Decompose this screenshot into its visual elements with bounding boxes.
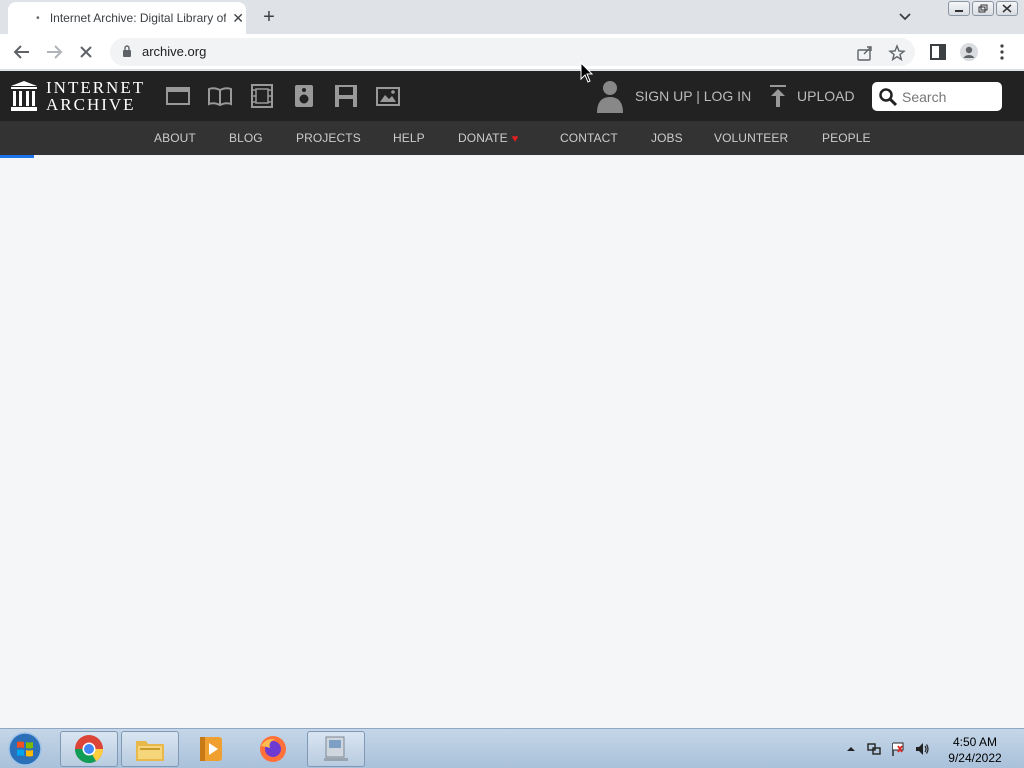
- logo-line-2: ARCHIVE: [46, 95, 136, 114]
- page-content: [0, 155, 1024, 728]
- minimize-icon: [955, 9, 963, 12]
- chrome-icon: [75, 735, 103, 763]
- tab-title: Internet Archive: Digital Library of Fre…: [49, 11, 227, 25]
- start-button[interactable]: [4, 730, 46, 768]
- clock-date: 9/24/2022: [948, 751, 1002, 765]
- taskbar-chrome[interactable]: [60, 731, 118, 767]
- browser-toolbar: archive.org: [0, 34, 1024, 70]
- close-icon: [1002, 4, 1012, 13]
- window-controls: [948, 1, 1018, 16]
- audio-icon[interactable]: [291, 84, 317, 108]
- ia-header: INTERNET ARCHIVE SIGN UP | LOG IN UPLOAD: [0, 71, 1024, 121]
- signup-login-link[interactable]: SIGN UP | LOG IN: [635, 88, 751, 104]
- address-bar[interactable]: archive.org: [110, 38, 915, 66]
- user-icon[interactable]: [596, 79, 624, 113]
- bookmark-star-icon[interactable]: [888, 44, 906, 62]
- back-button[interactable]: [10, 41, 34, 63]
- media-player-icon: [200, 737, 222, 761]
- heart-icon: ♥: [511, 133, 519, 145]
- share-icon[interactable]: [856, 44, 874, 62]
- tab-loading-icon: •: [36, 12, 40, 24]
- browser-tab-strip: • Internet Archive: Digital Library of F…: [0, 0, 1024, 34]
- nav-jobs[interactable]: JOBS: [651, 131, 683, 145]
- web-icon[interactable]: [165, 84, 191, 108]
- tab-search-chevron-icon[interactable]: [895, 8, 915, 26]
- video-icon[interactable]: [249, 84, 275, 108]
- browser-menu-icon[interactable]: [992, 42, 1012, 62]
- taskbar-media-player[interactable]: [182, 731, 240, 767]
- nav-donate[interactable]: DONATE ♥: [458, 131, 518, 145]
- stop-loading-button[interactable]: [74, 41, 98, 63]
- clock-time: 4:50 AM: [952, 735, 998, 749]
- upload-link[interactable]: UPLOAD: [797, 88, 855, 104]
- taskbar-computer[interactable]: [307, 731, 365, 767]
- show-hidden-icons-arrow-icon[interactable]: [843, 741, 859, 757]
- windows-taskbar: 4:50 AM 9/24/2022: [0, 728, 1024, 768]
- software-icon[interactable]: [333, 84, 359, 108]
- nav-blog[interactable]: BLOG: [229, 131, 263, 145]
- nav-help[interactable]: HELP: [393, 131, 425, 145]
- images-icon[interactable]: [375, 84, 401, 108]
- system-clock[interactable]: 4:50 AM 9/24/2022: [940, 734, 1010, 766]
- nav-donate-label: DONATE: [458, 131, 508, 145]
- new-tab-button[interactable]: +: [258, 6, 280, 28]
- forward-button[interactable]: [42, 41, 66, 63]
- minimize-button[interactable]: [948, 1, 970, 16]
- nav-contact[interactable]: CONTACT: [560, 131, 618, 145]
- browser-tab[interactable]: • Internet Archive: Digital Library of F…: [8, 2, 246, 34]
- close-window-button[interactable]: [996, 1, 1018, 16]
- logo-line-1: INTERNET: [46, 78, 146, 97]
- firefox-icon: [260, 736, 286, 762]
- tab-close-icon[interactable]: ✕: [230, 10, 246, 26]
- action-center-flag-icon[interactable]: [890, 741, 906, 757]
- nav-about[interactable]: ABOUT: [154, 131, 196, 145]
- search-icon[interactable]: [878, 87, 898, 107]
- file-explorer-icon: [136, 741, 164, 761]
- stop-x-icon: [80, 46, 92, 58]
- windows-start-orb-icon: [8, 732, 42, 766]
- nav-projects[interactable]: PROJECTS: [296, 131, 361, 145]
- search-input[interactable]: [902, 88, 998, 105]
- mouse-cursor-icon: [580, 62, 594, 83]
- ia-logo[interactable]: INTERNET ARCHIVE: [10, 79, 145, 113]
- ia-temple-logo-icon: [11, 81, 37, 111]
- side-panel-icon[interactable]: [928, 42, 948, 62]
- ia-secondary-nav: ABOUT BLOG PROJECTS HELP DONATE ♥ CONTACT…: [0, 121, 1024, 155]
- texts-icon[interactable]: [207, 84, 233, 108]
- nav-volunteer[interactable]: VOLUNTEER: [714, 131, 788, 145]
- url-text[interactable]: archive.org: [142, 44, 206, 59]
- forward-arrow-icon: [47, 45, 63, 59]
- loading-progress-bar: [0, 155, 34, 158]
- computer-icon: [324, 736, 348, 761]
- back-arrow-icon: [13, 45, 29, 59]
- volume-icon[interactable]: [914, 741, 930, 757]
- nav-people[interactable]: PEOPLE: [822, 131, 871, 145]
- ia-wordmark: INTERNET ARCHIVE: [46, 79, 145, 113]
- restore-icon: [978, 4, 988, 13]
- lock-icon: [123, 45, 131, 57]
- network-icon[interactable]: [866, 741, 882, 757]
- profile-avatar-icon[interactable]: [959, 42, 979, 62]
- taskbar-firefox[interactable]: [244, 731, 302, 767]
- upload-icon[interactable]: [768, 84, 788, 108]
- ia-search-box[interactable]: [872, 82, 1002, 111]
- taskbar-file-explorer[interactable]: [121, 731, 179, 767]
- restore-button[interactable]: [972, 1, 994, 16]
